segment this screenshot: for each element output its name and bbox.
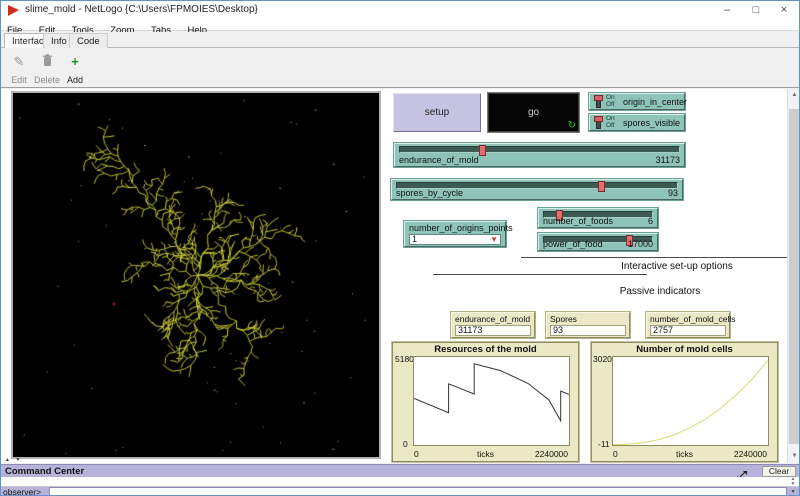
monitor-value: 31173	[455, 325, 531, 336]
add-button[interactable]: + Add	[60, 54, 90, 88]
plot-line	[414, 357, 569, 445]
slider-label: power_of_food	[543, 239, 603, 249]
slider-label: spores_by_cycle	[396, 188, 463, 198]
world-view-canvas[interactable]	[13, 93, 379, 457]
separator-line	[433, 274, 647, 275]
slider-value: 31173	[656, 155, 680, 165]
chooser-value-box[interactable]: 1 ▼	[409, 234, 501, 245]
expand-icon[interactable]	[737, 467, 747, 476]
menu-bar: File Edit Tools Zoom Tabs Help	[1, 20, 799, 31]
edit-button[interactable]: ✎ Edit	[4, 54, 34, 88]
delete-label: Delete	[34, 75, 60, 85]
toolbar: ✎ Edit Delete + Add abcButton ▼ faster t…	[1, 48, 799, 88]
command-center-output[interactable]: ▲ ▼	[1, 477, 799, 487]
netlogo-flag-icon	[8, 5, 19, 16]
chooser-value: 1	[412, 234, 417, 244]
command-center-header: Command Center Clear	[1, 464, 799, 477]
minimize-button[interactable]: –	[713, 1, 741, 20]
slider-label: number_of_foods	[543, 216, 613, 226]
slider-endurance-of-mold[interactable]: endurance_of_mold 31173	[394, 143, 685, 167]
switch-name: origin_in_center	[623, 97, 687, 107]
interface-canvas: setup go ↻ On Off origin_in_center On Of…	[1, 89, 799, 463]
scrollbar-thumb[interactable]	[789, 109, 800, 444]
chooser-label: number_of_origins_points	[409, 223, 513, 233]
plot-ymin-label: 0	[403, 439, 408, 449]
window-title: slime_mold - NetLogo {C:\Users\FPMOIES\D…	[25, 4, 258, 15]
plot-resources-of-the-mold: Resources of the mold 51800 0 0 ticks 22…	[392, 342, 579, 462]
output-scrollbar[interactable]: ▲ ▼	[788, 477, 798, 487]
tab-code[interactable]: Code	[69, 33, 108, 48]
slider-number-of-foods[interactable]: number_of_foods 6	[538, 208, 658, 228]
slider-value: 6	[648, 216, 653, 226]
tab-strip: Interface Info Code	[1, 32, 799, 48]
slider-track[interactable]	[399, 146, 680, 153]
plot-title: Resources of the mold	[393, 344, 578, 355]
forever-icon: ↻	[568, 121, 576, 131]
monitor-endurance-of-mold: endurance_of_mold 31173	[451, 312, 535, 338]
history-dropdown-icon[interactable]: ▼	[788, 488, 798, 496]
plot-ymax-label: 3020	[593, 354, 612, 364]
panel-scrollbar[interactable]: ▲ ▼	[787, 89, 800, 463]
switch-handle[interactable]	[594, 116, 603, 122]
netlogo-window: slime_mold - NetLogo {C:\Users\FPMOIES\D…	[0, 0, 800, 496]
go-button[interactable]: go ↻	[488, 93, 579, 132]
command-input[interactable]	[49, 487, 787, 496]
plot-xmax-label: 2240000	[734, 449, 767, 459]
command-center-input-row: observer> ▼	[1, 487, 799, 496]
plot-xmax-label: 2240000	[535, 449, 568, 459]
monitor-spores: Spores 93	[546, 312, 630, 338]
monitor-number-of-mold-cells: number_of_mold_cells 2757	[646, 312, 730, 338]
switch-handle[interactable]	[594, 95, 603, 101]
plot-title: Number of mold cells	[592, 344, 777, 355]
monitor-value: 93	[550, 325, 626, 336]
scroll-down-icon[interactable]: ▼	[788, 450, 800, 463]
slider-power-of-food[interactable]: power_of_food 17000	[538, 233, 658, 251]
plot-area	[413, 356, 570, 446]
monitor-value: 2757	[650, 325, 726, 336]
trash-icon	[32, 54, 62, 70]
slider-spores-by-cycle[interactable]: spores_by_cycle 93	[391, 179, 683, 200]
close-button[interactable]: ×	[770, 1, 798, 20]
switch-off-label: Off	[606, 122, 615, 129]
edit-label: Edit	[11, 75, 27, 85]
setup-button[interactable]: setup	[393, 93, 481, 132]
slider-handle[interactable]	[598, 181, 605, 192]
plot-area	[612, 356, 769, 446]
title-bar[interactable]: slime_mold - NetLogo {C:\Users\FPMOIES\D…	[1, 1, 799, 20]
switch-name: spores_visible	[623, 118, 680, 128]
chooser-number-of-origins-points[interactable]: number_of_origins_points 1 ▼	[404, 221, 506, 247]
plus-icon: +	[60, 54, 90, 70]
command-center-title: Command Center	[5, 466, 84, 477]
note-passive-indicators: Passive indicators	[580, 286, 740, 297]
slider-handle[interactable]	[479, 145, 486, 156]
slider-value: 93	[668, 188, 678, 198]
note-interactive-setup: Interactive set-up options	[597, 261, 757, 272]
delete-button[interactable]: Delete	[32, 54, 62, 88]
slider-value: 17000	[628, 239, 653, 249]
monitor-label: number_of_mold_cells	[650, 314, 736, 324]
go-label: go	[528, 107, 539, 118]
monitor-label: Spores	[550, 314, 577, 324]
switch-origin-in-center[interactable]: On Off origin_in_center	[589, 93, 685, 110]
pencil-icon: ✎	[4, 54, 34, 70]
switch-off-label: Off	[606, 101, 615, 108]
slider-label: endurance_of_mold	[399, 155, 479, 165]
plot-line	[613, 357, 768, 445]
plot-number-of-mold-cells: Number of mold cells 3020 -11 0 ticks 22…	[591, 342, 778, 462]
observer-prompt: observer>	[3, 487, 41, 496]
add-label: Add	[67, 75, 83, 85]
command-center-splitter[interactable]: ▲ ▼	[5, 457, 22, 463]
chooser-dropdown-icon: ▼	[490, 235, 498, 244]
monitor-label: endurance_of_mold	[455, 314, 530, 324]
separator-line	[521, 257, 788, 258]
world-view[interactable]	[11, 91, 381, 459]
switch-on-label: On	[606, 94, 615, 101]
plot-ymin-label: -11	[598, 439, 610, 449]
switch-on-label: On	[606, 115, 615, 122]
maximize-button[interactable]: □	[742, 1, 770, 20]
scroll-up-icon[interactable]: ▲	[788, 89, 800, 102]
switch-spores-visible[interactable]: On Off spores_visible	[589, 114, 685, 131]
